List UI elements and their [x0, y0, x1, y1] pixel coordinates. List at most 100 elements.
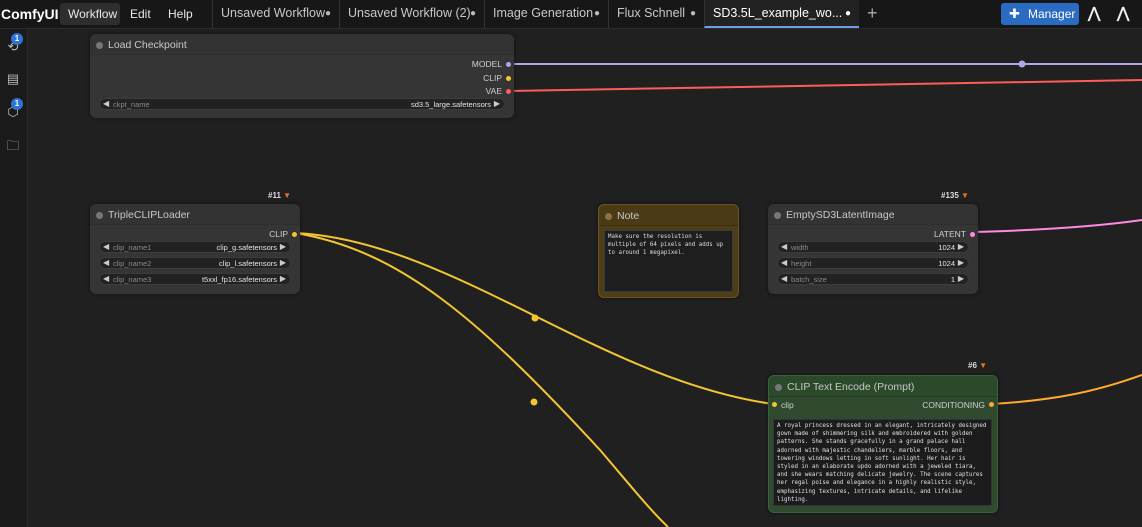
arrow-right-icon[interactable]: ▶ [280, 242, 286, 251]
extension-icon[interactable]: ⋀ [1117, 4, 1129, 22]
tab-image-generation[interactable]: Image Generation ● [484, 0, 608, 28]
left-sidebar: ⟲ 1 ▤ ⬡ 1 🗀 [0, 28, 28, 527]
unsaved-dot-icon[interactable]: ● [690, 8, 696, 19]
load-checkpoint-node[interactable]: Load Checkpoint MODEL CLIP VAE ◀ ckpt_na… [90, 34, 514, 118]
model-link-midpoint[interactable] [1018, 60, 1026, 68]
node-title: Note [617, 210, 640, 222]
unsaved-dot-icon[interactable]: ● [325, 8, 331, 19]
arrow-right-icon[interactable]: ▶ [958, 242, 964, 251]
tab-flux-schnell[interactable]: Flux Schnell ● [608, 0, 704, 28]
top-menu-bar: ComfyUI Workflow Edit Help Unsaved Workf… [0, 0, 1142, 29]
tab-label: Unsaved Workflow [221, 6, 325, 20]
clip-name3-combo[interactable]: ◀ clip_name3 t5xxl_fp16.safetensors ▶ [99, 273, 291, 285]
clip-output-port[interactable] [506, 76, 511, 81]
unsaved-dot-icon[interactable]: ● [594, 8, 600, 19]
tab-unsaved-workflow-2[interactable]: Unsaved Workflow (2) ● [339, 0, 484, 28]
clip-text-encode-node[interactable]: CLIP Text Encode (Prompt) clip CONDITION… [768, 375, 998, 513]
widget-value: clip_l.safetensors [219, 259, 277, 268]
widget-name: clip_name1 [113, 243, 152, 252]
node-id-badge: #6 ▼ [968, 361, 987, 370]
collapse-dot-icon[interactable] [605, 213, 612, 220]
queue-badge: 1 [11, 33, 23, 45]
new-tab-button[interactable]: + [867, 3, 878, 24]
widget-value: sd3.5_large.safetensors [410, 100, 491, 109]
output-label-clip: CLIP [483, 73, 502, 83]
output-label-conditioning: CONDITIONING [922, 400, 985, 410]
menu-edit[interactable]: Edit [130, 7, 151, 21]
latent-output-port[interactable] [970, 232, 975, 237]
fox-icon: ▼ [283, 191, 292, 200]
widget-name: clip_name2 [113, 259, 152, 268]
unsaved-dot-icon[interactable]: ● [845, 8, 851, 19]
clip-link-midpoint-1[interactable] [531, 314, 539, 322]
ckpt-name-combo[interactable]: ◀ ckpt_name sd3.5_large.safetensors ▶ [99, 98, 505, 110]
conditioning-output-port[interactable] [989, 402, 994, 407]
node-id: #11 [268, 191, 281, 200]
collapse-dot-icon[interactable] [96, 212, 103, 219]
widget-name: batch_size [791, 275, 827, 284]
clip-output-port[interactable] [292, 232, 297, 237]
vae-output-port[interactable] [506, 89, 511, 94]
tab-label: Image Generation [493, 6, 594, 20]
note-node[interactable]: Note Make sure the resolution is multipl… [598, 204, 739, 298]
custom-nodes-icon[interactable]: ⋀ [1088, 4, 1100, 22]
unsaved-dot-icon[interactable]: ● [470, 8, 476, 19]
arrow-right-icon[interactable]: ▶ [958, 274, 964, 283]
widget-value: clip_g.safetensors [216, 243, 277, 252]
menu-workflow[interactable]: Workflow [68, 7, 117, 21]
arrow-left-icon[interactable]: ◀ [781, 258, 787, 267]
collapse-dot-icon[interactable] [774, 212, 781, 219]
empty-sd3-latent-image-node[interactable]: EmptySD3LatentImage LATENT ◀ width 1024 … [768, 204, 978, 294]
arrow-left-icon[interactable]: ◀ [781, 242, 787, 251]
input-label-clip: clip [781, 400, 794, 410]
height-number-widget[interactable]: ◀ height 1024 ▶ [777, 257, 969, 269]
clip-link-midpoint-2[interactable] [530, 398, 538, 406]
workflows-folder-icon[interactable]: 🗀 [5, 137, 21, 153]
conditioning-link[interactable] [991, 374, 1142, 405]
node-id: #135 [941, 191, 959, 200]
fox-icon: ▼ [979, 361, 988, 370]
widget-name: clip_name3 [113, 275, 152, 284]
output-label-clip: CLIP [269, 229, 288, 239]
clip-input-port[interactable] [772, 402, 777, 407]
output-label-vae: VAE [485, 86, 502, 96]
node-library-icon[interactable]: ▤ [5, 71, 21, 87]
collapse-dot-icon[interactable] [775, 384, 782, 391]
clip-name2-combo[interactable]: ◀ clip_name2 clip_l.safetensors ▶ [99, 257, 291, 269]
clip-name1-combo[interactable]: ◀ clip_name1 clip_g.safetensors ▶ [99, 241, 291, 253]
widget-value: t5xxl_fp16.safetensors [201, 275, 277, 284]
arrow-left-icon[interactable]: ◀ [103, 258, 109, 267]
widget-value: 1024 [938, 243, 955, 252]
node-id-badge: #135 ▼ [941, 191, 969, 200]
arrow-left-icon[interactable]: ◀ [781, 274, 787, 283]
latent-link[interactable] [971, 219, 1142, 233]
prompt-text-area[interactable]: A royal princess dressed in an elegant, … [773, 419, 992, 506]
tab-label: Flux Schnell [617, 6, 686, 20]
width-number-widget[interactable]: ◀ width 1024 ▶ [777, 241, 969, 253]
batch-size-number-widget[interactable]: ◀ batch_size 1 ▶ [777, 273, 969, 285]
note-text-area[interactable]: Make sure the resolution is multiple of … [604, 230, 733, 292]
manager-button[interactable]: ✚ Manager [1001, 3, 1079, 25]
node-title: EmptySD3LatentImage [786, 209, 895, 221]
arrow-right-icon[interactable]: ▶ [958, 258, 964, 267]
tab-sd35l-example[interactable]: SD3.5L_example_wo... ● [704, 0, 859, 28]
arrow-right-icon[interactable]: ▶ [280, 274, 286, 283]
output-label-latent: LATENT [934, 229, 966, 239]
arrow-left-icon[interactable]: ◀ [103, 274, 109, 283]
arrow-left-icon[interactable]: ◀ [103, 242, 109, 251]
node-title: CLIP Text Encode (Prompt) [787, 381, 915, 393]
arrow-right-icon[interactable]: ▶ [494, 99, 500, 108]
vae-link[interactable] [508, 79, 1142, 92]
arrow-left-icon[interactable]: ◀ [103, 99, 109, 108]
widget-name: width [791, 243, 809, 252]
node-title: TripleCLIPLoader [108, 209, 190, 221]
widget-name: height [791, 259, 812, 268]
model-output-port[interactable] [506, 62, 511, 67]
menu-help[interactable]: Help [168, 7, 193, 21]
tab-label: SD3.5L_example_wo... [713, 6, 843, 20]
tab-unsaved-workflow[interactable]: Unsaved Workflow ● [212, 0, 339, 28]
triple-clip-loader-node[interactable]: TripleCLIPLoader CLIP ◀ clip_name1 clip_… [90, 204, 300, 294]
manager-label: Manager [1028, 7, 1076, 21]
arrow-right-icon[interactable]: ▶ [280, 258, 286, 267]
collapse-dot-icon[interactable] [96, 42, 103, 49]
